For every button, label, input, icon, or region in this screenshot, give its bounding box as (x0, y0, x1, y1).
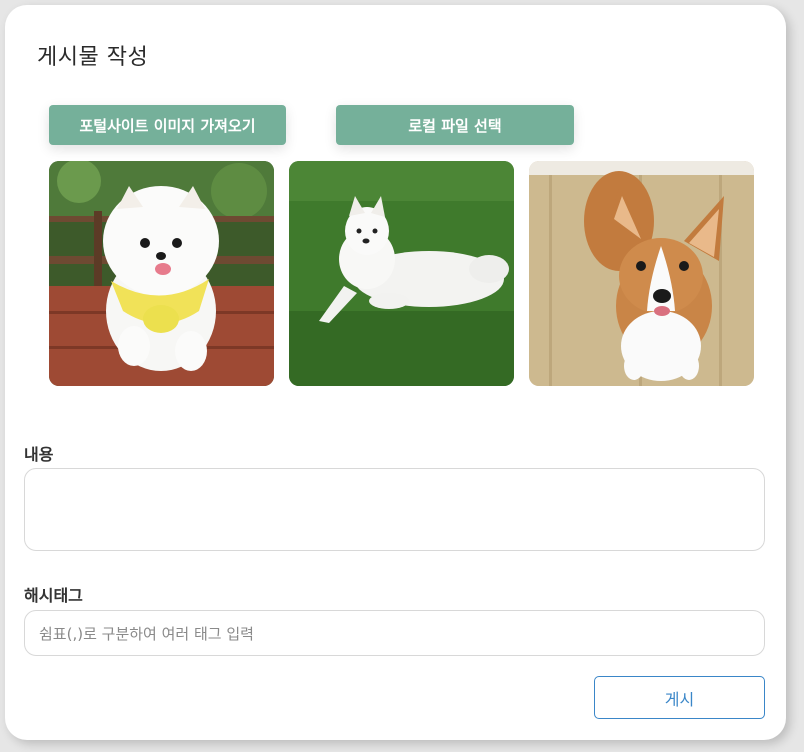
hashtag-label: 해시태그 (24, 586, 83, 605)
corgi-photo[interactable] (529, 161, 754, 386)
modal-title: 게시물 작성 (37, 45, 149, 70)
samoyed-photo[interactable] (289, 161, 514, 386)
post-button[interactable]: 게시 (594, 676, 765, 719)
content-label: 내용 (24, 445, 54, 464)
hashtag-input[interactable]: 쉼표(,)로 구분하여 여러 태그 입력 (24, 610, 765, 656)
portal-image-button[interactable]: 포털사이트 이미지 가져오기 (49, 105, 286, 145)
pomeranian-photo[interactable] (49, 161, 274, 386)
post-create-modal: 게시물 작성 포털사이트 이미지 가져오기 로컬 파일 선택 내용 해시태그 쉼… (5, 5, 786, 740)
local-file-button[interactable]: 로컬 파일 선택 (336, 105, 574, 145)
content-textarea[interactable] (24, 468, 765, 551)
